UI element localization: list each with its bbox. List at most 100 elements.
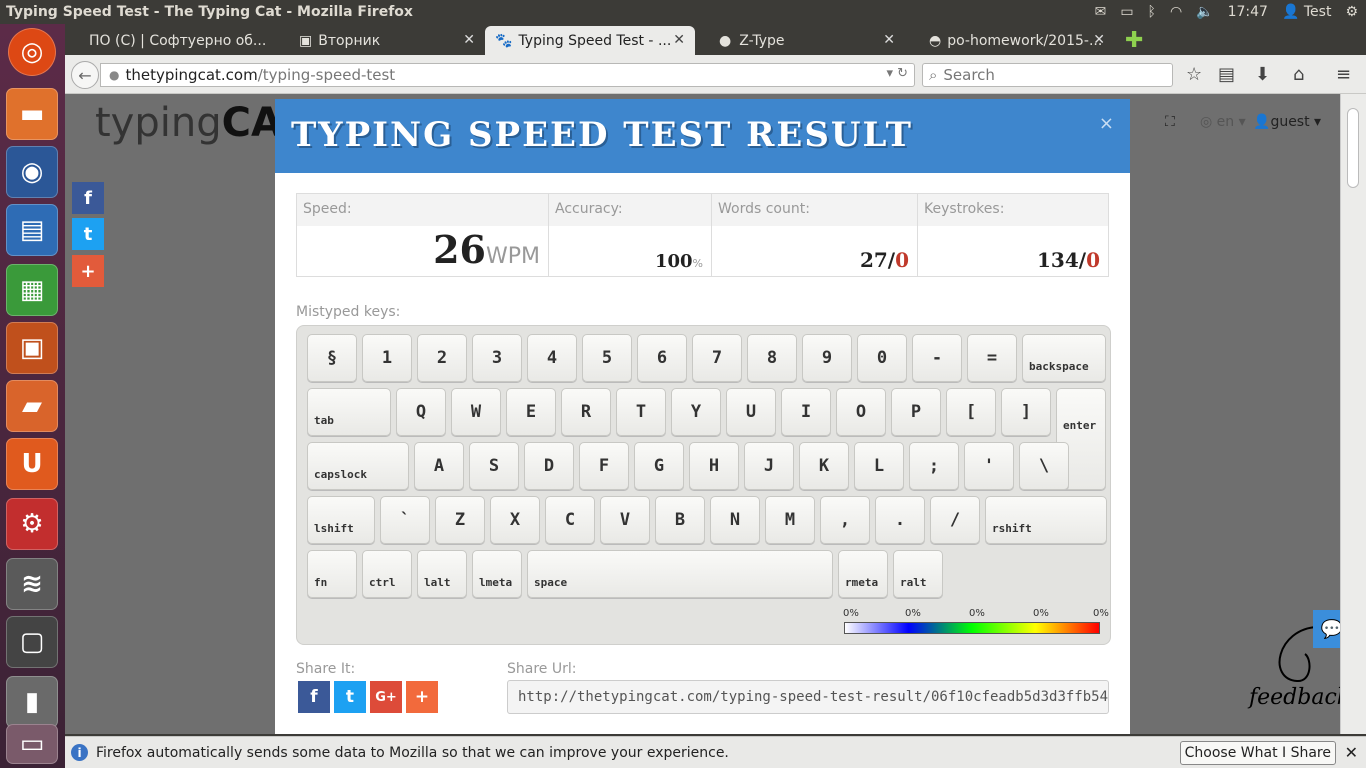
share-more-icon[interactable]: + <box>406 681 438 713</box>
user-dropdown[interactable]: 👤guest ▾ <box>1253 114 1321 130</box>
tab-item[interactable]: ПО (С) | Софтуерно об... ✕ <box>65 26 275 55</box>
tab-item[interactable]: ◓ po-homework/2015-... ✕ <box>905 26 1115 55</box>
words-errors: 0 <box>895 248 909 272</box>
network-icon[interactable]: ≋ <box>6 558 58 610</box>
volume-icon[interactable]: 🔈 <box>1196 4 1213 20</box>
language-selector[interactable]: ◎ en ▾ <box>1200 114 1246 130</box>
reload-icon[interactable]: ▾ ↻ <box>886 66 908 81</box>
settings-icon[interactable]: ⚙ <box>6 498 58 550</box>
legend-gradient <box>844 622 1100 634</box>
clock[interactable]: 17:47 <box>1228 4 1268 20</box>
key-char: T <box>616 388 666 436</box>
scrollbar-thumb[interactable] <box>1347 108 1359 188</box>
key-char: H <box>689 442 739 490</box>
close-icon[interactable]: × <box>1099 113 1114 134</box>
chat-bubble-icon[interactable]: 💬 <box>1313 610 1340 648</box>
plus-share-icon[interactable]: + <box>72 255 104 287</box>
key-char: I <box>781 388 831 436</box>
home-icon[interactable]: ⌂ <box>1293 64 1304 85</box>
fullscreen-icon[interactable]: ⛶ <box>1165 114 1175 130</box>
key-char: W <box>451 388 501 436</box>
key-char: X <box>490 496 540 544</box>
keyboard-heatmap: 0% 0% 0% 0% 0% § 1 2 3 4 5 6 7 8 9 0- = backspace tab… <box>296 325 1111 645</box>
firefox-icon[interactable]: ◉ <box>6 146 58 198</box>
impress-icon[interactable]: ▣ <box>6 322 58 374</box>
keystrokes-value-group: 134/0 <box>1037 248 1100 272</box>
share-url-field[interactable]: http://thetypingcat.com/typing-speed-tes… <box>507 680 1109 714</box>
workspace-switcher-icon[interactable]: ▢ <box>6 616 58 668</box>
key-lshift: lshift <box>307 496 375 544</box>
url-domain: thetypingcat.com <box>125 66 258 84</box>
key-char: Q <box>396 388 446 436</box>
key-char: ' <box>964 442 1014 490</box>
result-modal: TYPING SPEED TEST RESULT × Speed: 26WPM … <box>275 99 1130 734</box>
trash-icon[interactable]: ▭ <box>6 724 58 764</box>
close-tab-icon[interactable]: ✕ <box>1093 32 1105 48</box>
writer-icon[interactable]: ▤ <box>6 204 58 256</box>
tab-item-active[interactable]: 🐾 Typing Speed Test - ... ✕ <box>485 26 695 55</box>
close-tab-icon[interactable]: ✕ <box>463 32 475 48</box>
user-menu[interactable]: 👤 Test <box>1282 4 1331 20</box>
share-facebook-icon[interactable]: f <box>298 681 330 713</box>
nav-bar: ← ● thetypingcat.com/typing-speed-test ▾… <box>65 55 1366 94</box>
battery-icon[interactable]: ▭ <box>1120 4 1133 20</box>
close-icon[interactable]: ✕ <box>1345 743 1358 762</box>
speed-value: 26 <box>433 227 486 272</box>
key-capslock: capslock <box>307 442 409 490</box>
facebook-icon[interactable]: f <box>72 182 104 214</box>
files-icon[interactable]: ▬ <box>6 88 58 140</box>
tab-item[interactable]: ● Z-Type ✕ <box>695 26 905 55</box>
mail-icon[interactable]: ✉ <box>1095 4 1107 20</box>
words-cell: Words count: 27/0 <box>712 194 918 276</box>
key-char: J <box>744 442 794 490</box>
feedback-label: feedback <box>1249 685 1340 710</box>
calc-icon[interactable]: ▦ <box>6 264 58 316</box>
key-char: 5 <box>582 334 632 382</box>
page-scrollbar[interactable] <box>1340 94 1366 734</box>
search-input[interactable]: ⌕ Search <box>922 63 1173 87</box>
keystrokes-value: 134/ <box>1037 248 1087 272</box>
key-char: \ <box>1019 442 1069 490</box>
page-content: typing C A T f t + ⛶ ◎ en ▾ 👤guest ▾ feedba… <box>65 94 1340 734</box>
choose-what-i-share-button[interactable]: Choose What I Share <box>1179 741 1336 765</box>
share-googleplus-icon[interactable]: G+ <box>370 681 402 713</box>
ubuntu-one-icon[interactable]: U <box>6 438 58 490</box>
wifi-icon[interactable]: ◠ <box>1170 4 1182 20</box>
ubuntu-logo-icon[interactable]: ◎ <box>8 28 56 76</box>
media-player-icon[interactable]: ▮ <box>6 676 58 728</box>
key-char: 1 <box>362 334 412 382</box>
software-center-icon[interactable]: ▰ <box>6 380 58 432</box>
tab-bar: ПО (С) | Софтуерно об... ✕ ▣ Вторник ✕ 🐾… <box>65 24 1366 55</box>
legend-label: 0% <box>1093 608 1109 619</box>
unity-launcher: ◎ ▬ ◉ ▤ ▦ ▣ ▰ U ⚙ ≋ ▢ ▮ ▭ <box>0 24 65 768</box>
twitter-icon[interactable]: t <box>72 218 104 250</box>
key-char: - <box>912 334 962 382</box>
reading-list-icon[interactable]: ▤ <box>1218 64 1235 85</box>
bookmark-star-icon[interactable]: ☆ <box>1186 64 1202 85</box>
back-arrow-icon[interactable]: ← <box>71 61 99 89</box>
menu-icon[interactable]: ≡ <box>1336 64 1351 85</box>
key-char: 9 <box>802 334 852 382</box>
tab-item[interactable]: ▣ Вторник ✕ <box>275 26 485 55</box>
key-char: 2 <box>417 334 467 382</box>
key-char: R <box>561 388 611 436</box>
download-icon[interactable]: ⬇ <box>1255 64 1270 85</box>
url-bar[interactable]: ● thetypingcat.com/typing-speed-test ▾ ↻ <box>100 63 915 87</box>
key-lalt: lalt <box>417 550 467 598</box>
dot-icon: ● <box>719 32 732 49</box>
bluetooth-icon[interactable]: ᛒ <box>1148 4 1156 20</box>
key-char: ` <box>380 496 430 544</box>
close-tab-icon[interactable]: ✕ <box>883 32 895 48</box>
key-char: G <box>634 442 684 490</box>
modal-header: TYPING SPEED TEST RESULT × <box>275 99 1130 173</box>
key-char: O <box>836 388 886 436</box>
new-tab-plus-icon[interactable]: ✚ <box>1115 26 1153 55</box>
key-char: 6 <box>637 334 687 382</box>
share-twitter-icon[interactable]: t <box>334 681 366 713</box>
key-char: 4 <box>527 334 577 382</box>
window-title: Typing Speed Test - The Typing Cat - Moz… <box>6 4 413 20</box>
gear-icon[interactable]: ⚙ <box>1345 4 1358 20</box>
keystrokes-label: Keystrokes: <box>918 194 1108 226</box>
close-tab-icon[interactable]: ✕ <box>673 32 685 48</box>
system-top-bar: Typing Speed Test - The Typing Cat - Moz… <box>0 0 1366 24</box>
